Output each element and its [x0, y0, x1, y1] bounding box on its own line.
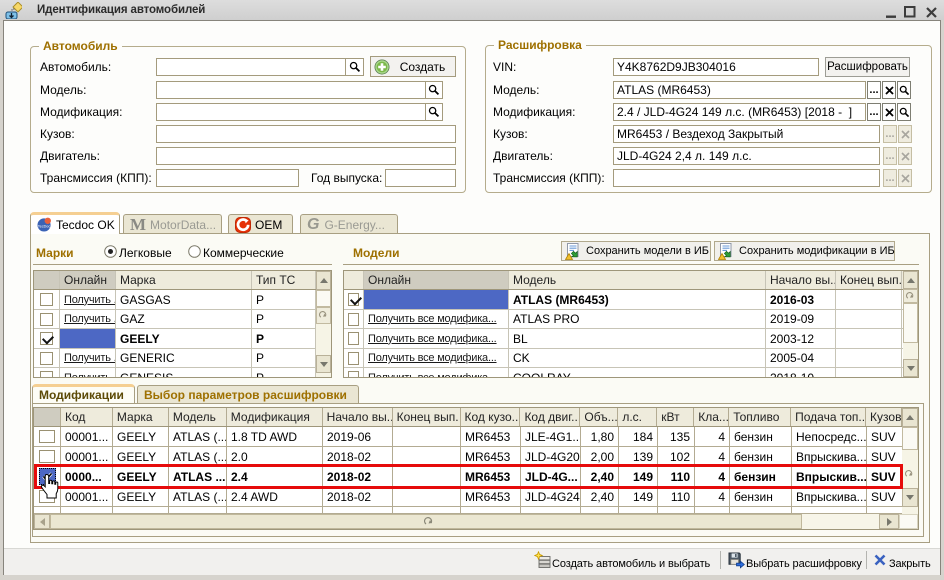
- svg-text:TecDoc: TecDoc: [38, 224, 51, 228]
